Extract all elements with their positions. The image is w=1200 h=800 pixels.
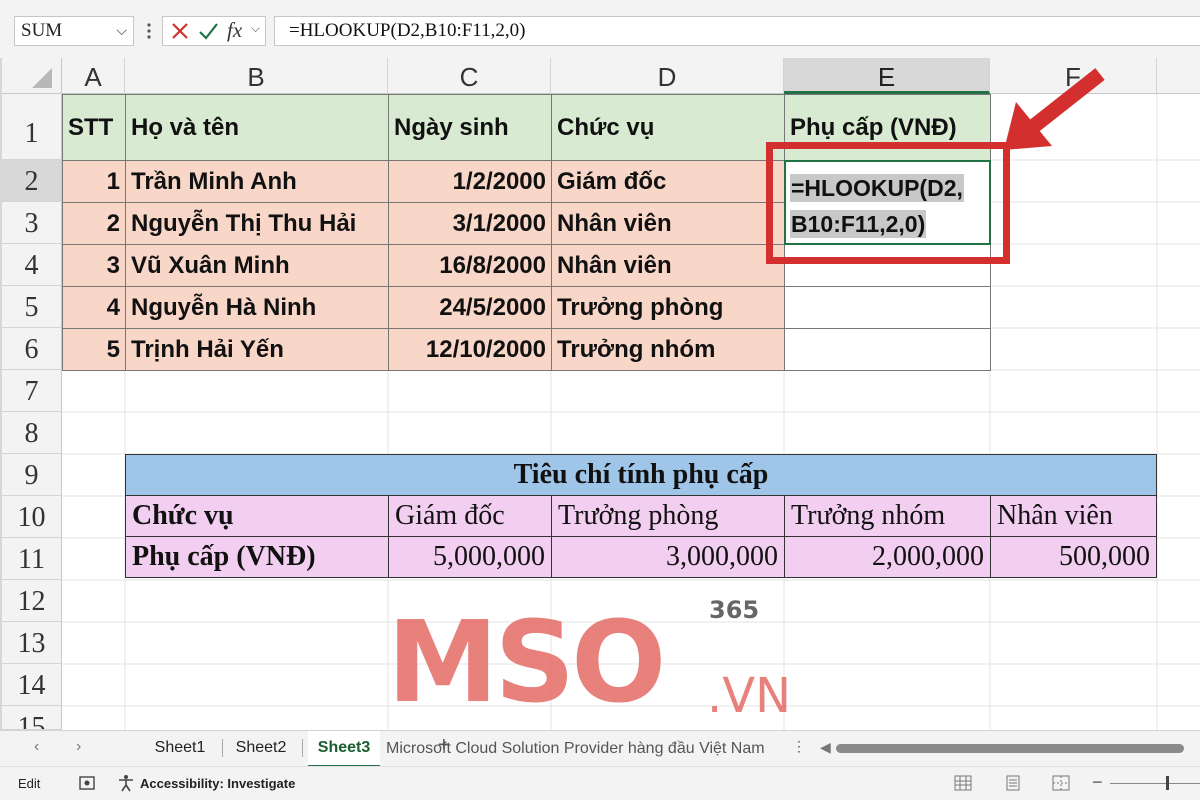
lookup-table-cell[interactable]: Trưởng nhóm xyxy=(784,495,991,537)
row-header-8[interactable]: 8 xyxy=(2,412,62,454)
header-cell-stt[interactable]: STT xyxy=(62,94,126,161)
lookup-table-cell[interactable]: Phụ cấp (VNĐ) xyxy=(125,536,389,578)
table-cell[interactable]: Nhân viên xyxy=(551,244,785,287)
zoom-slider-thumb[interactable] xyxy=(1166,776,1169,790)
tab-sheet1[interactable]: Sheet1 xyxy=(144,731,216,765)
column-header-b[interactable]: B xyxy=(125,58,388,94)
row-header-11[interactable]: 11 xyxy=(2,538,62,580)
page-layout-icon[interactable] xyxy=(1004,775,1022,794)
sheet-tab-bar: ‹ › Sheet1 Sheet2 Sheet3 + Microsoft Clo… xyxy=(0,730,1200,768)
row-header-3[interactable]: 3 xyxy=(2,202,62,244)
spreadsheet-grid[interactable]: A B C D E F 1 2 3 4 5 6 7 8 9 10 11 12 1… xyxy=(0,58,1200,730)
horizontal-scrollbar[interactable] xyxy=(836,744,1184,753)
table-cell[interactable]: Nguyễn Thị Thu Hải xyxy=(125,202,389,245)
scroll-right-icon[interactable]: › xyxy=(76,738,81,756)
cancel-icon[interactable] xyxy=(169,20,191,47)
fx-icon[interactable]: fx xyxy=(227,18,242,43)
lookup-table-cell[interactable]: 3,000,000 xyxy=(551,536,785,578)
normal-view-icon[interactable] xyxy=(954,775,972,794)
table-cell[interactable]: Trưởng nhóm xyxy=(551,328,785,371)
table-cell[interactable]: Nguyễn Hà Ninh xyxy=(125,286,389,329)
table-cell[interactable]: 24/5/2000 xyxy=(388,286,552,329)
column-header-d[interactable]: D xyxy=(551,58,784,94)
column-header-e[interactable]: E xyxy=(784,58,990,94)
row-header-10[interactable]: 10 xyxy=(2,496,62,538)
tab-sheet3[interactable]: Sheet3 xyxy=(308,731,380,768)
lookup-table-title[interactable]: Tiêu chí tính phụ cấp xyxy=(125,454,1157,496)
header-cell-name[interactable]: Họ và tên xyxy=(125,94,389,161)
column-header-c[interactable]: C xyxy=(388,58,551,94)
table-cell[interactable]: 5 xyxy=(62,328,126,371)
more-options-icon[interactable]: ⋮ xyxy=(792,738,806,755)
header-cell-dob[interactable]: Ngày sinh xyxy=(388,94,552,161)
row-header-1[interactable]: 1 xyxy=(2,94,62,160)
table-cell[interactable] xyxy=(784,286,991,329)
table-cell[interactable]: Vũ Xuân Minh xyxy=(125,244,389,287)
chevron-down-icon[interactable]: ⌵ xyxy=(116,17,127,45)
table-cell[interactable]: 2 xyxy=(62,202,126,245)
watermark-tagline: Microsoft Cloud Solution Provider hàng đ… xyxy=(386,740,765,757)
chevron-down-icon[interactable]: ⌵ xyxy=(251,21,260,36)
accessibility-icon[interactable] xyxy=(117,774,135,795)
row-header-7[interactable]: 7 xyxy=(2,370,62,412)
table-cell[interactable]: 1/2/2000 xyxy=(388,160,552,203)
lookup-table-cell[interactable]: 5,000,000 xyxy=(388,536,552,578)
formula-input[interactable]: =HLOOKUP(D2,B10:F11,2,0) xyxy=(274,16,1200,46)
name-box[interactable]: SUM ⌵ xyxy=(14,16,134,46)
row-header-6[interactable]: 6 xyxy=(2,328,62,370)
row-header-15[interactable]: 15 xyxy=(2,706,62,730)
table-cell[interactable]: 3 xyxy=(62,244,126,287)
zoom-slider[interactable] xyxy=(1110,783,1200,784)
header-cell-position[interactable]: Chức vụ xyxy=(551,94,785,161)
lookup-table-cell[interactable]: 500,000 xyxy=(990,536,1157,578)
confirm-icon[interactable] xyxy=(197,20,219,47)
row-header-4[interactable]: 4 xyxy=(2,244,62,286)
column-header-a[interactable]: A xyxy=(62,58,125,94)
status-mode: Edit xyxy=(18,776,41,791)
table-cell[interactable] xyxy=(784,328,991,371)
row-header-9[interactable]: 9 xyxy=(2,454,62,496)
scroll-left-icon[interactable]: ◀ xyxy=(820,739,831,756)
arrow-icon xyxy=(1004,68,1105,150)
table-cell[interactable]: 1 xyxy=(62,160,126,203)
tab-sheet2[interactable]: Sheet2 xyxy=(226,731,296,765)
row-header-14[interactable]: 14 xyxy=(2,664,62,706)
lookup-table-cell[interactable]: Giám đốc xyxy=(388,495,552,537)
accessibility-status[interactable]: Accessibility: Investigate xyxy=(140,776,295,791)
column-header-g[interactable] xyxy=(1157,58,1200,94)
more-options-icon[interactable] xyxy=(145,20,153,42)
table-cell[interactable]: Nhân viên xyxy=(551,202,785,245)
table-cell[interactable]: Giám đốc xyxy=(551,160,785,203)
highlight-box xyxy=(766,142,1010,264)
zoom-out-icon[interactable]: − xyxy=(1092,772,1103,793)
scroll-left-icon[interactable]: ‹ xyxy=(34,738,39,756)
table-cell[interactable]: 12/10/2000 xyxy=(388,328,552,371)
table-cell[interactable]: Trần Minh Anh xyxy=(125,160,389,203)
watermark-logo: MSO 365 .VN xyxy=(387,596,791,728)
status-bar: Edit Accessibility: Investigate − xyxy=(0,766,1200,800)
page-break-icon[interactable] xyxy=(1052,775,1070,794)
macro-record-icon[interactable] xyxy=(78,774,96,795)
table-cell[interactable]: 4 xyxy=(62,286,126,329)
lookup-table-cell[interactable]: 2,000,000 xyxy=(784,536,991,578)
row-header-2[interactable]: 2 xyxy=(2,160,62,202)
table-cell[interactable]: 16/8/2000 xyxy=(388,244,552,287)
row-header-12[interactable]: 12 xyxy=(2,580,62,622)
table-cell[interactable]: 3/1/2000 xyxy=(388,202,552,245)
lookup-table-cell[interactable]: Chức vụ xyxy=(125,495,389,537)
lookup-table-cell[interactable]: Trưởng phòng xyxy=(551,495,785,537)
row-header-13[interactable]: 13 xyxy=(2,622,62,664)
formula-buttons: fx ⌵ xyxy=(162,16,266,46)
table-cell[interactable]: Trưởng phòng xyxy=(551,286,785,329)
row-header-5[interactable]: 5 xyxy=(2,286,62,328)
table-cell[interactable]: Trịnh Hải Yến xyxy=(125,328,389,371)
select-all-corner[interactable] xyxy=(2,58,62,94)
lookup-table-cell[interactable]: Nhân viên xyxy=(990,495,1157,537)
formula-bar: SUM ⌵ fx ⌵ =HLOOKUP(D2,B10:F11,2,0) xyxy=(0,0,1200,58)
